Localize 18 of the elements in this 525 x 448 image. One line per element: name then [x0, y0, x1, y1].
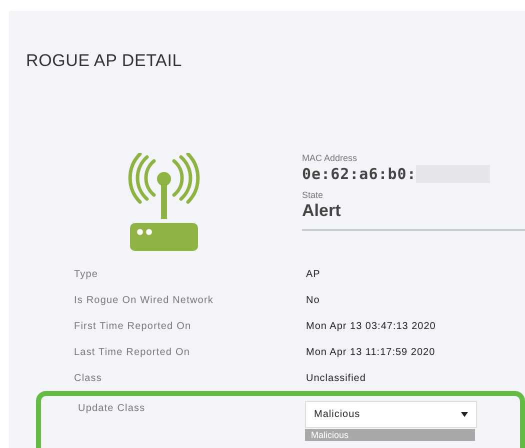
detail-value: AP — [306, 268, 320, 280]
field-value: 0e:62:a6:b0: — [302, 165, 416, 183]
field-label: MAC Address — [302, 153, 358, 163]
field-label: State — [302, 190, 324, 200]
detail-value: Mon Apr 13 11:17:59 2020 — [306, 346, 436, 358]
detail-label: Class — [74, 372, 104, 384]
detail-label: Type — [74, 268, 100, 280]
class-dropdown[interactable]: Malicious — [305, 401, 477, 428]
detail-label: First Time Reported On — [74, 320, 192, 332]
detail-label: Last Time Reported On — [74, 346, 191, 358]
detail-label: Update Class — [78, 402, 146, 416]
detail-value: Unclassified — [306, 372, 366, 384]
detail-label: Is Rogue On Wired Network — [74, 294, 214, 306]
detail-value: No — [306, 294, 320, 306]
caret-icon — [461, 412, 468, 417]
detail-value: Mon Apr 13 03:47:13 2020 — [306, 320, 436, 332]
field-value: Alert — [302, 201, 341, 221]
panel-title: ROGUE AP DETAIL — [26, 51, 183, 71]
